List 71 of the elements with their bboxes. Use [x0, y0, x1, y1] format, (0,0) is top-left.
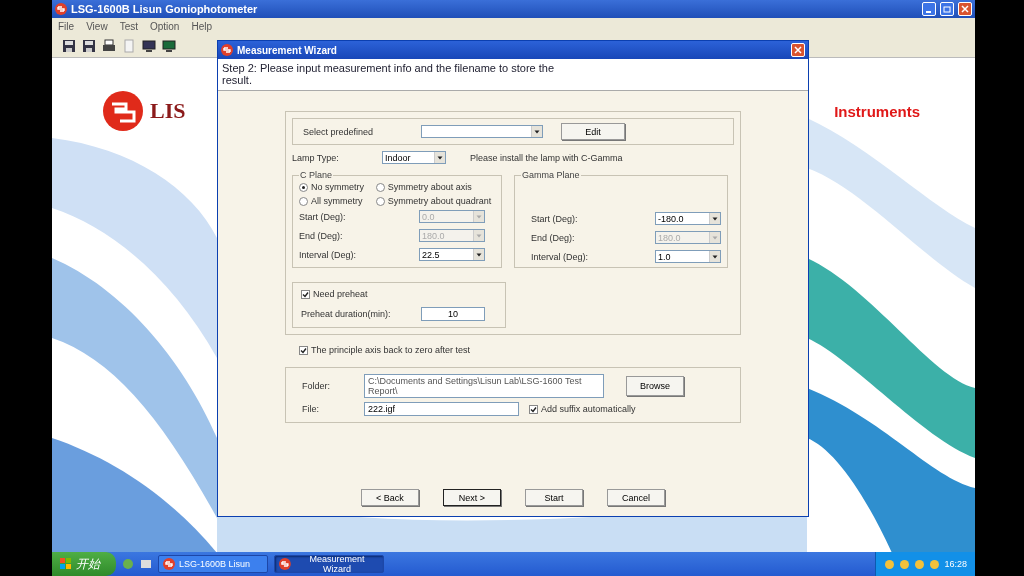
checkbox-label: Need preheat	[313, 289, 368, 299]
windows-flag-icon	[60, 558, 72, 570]
wizard-button[interactable]: < Back	[361, 489, 419, 506]
printer-icon[interactable]	[102, 39, 116, 53]
radio-button[interactable]	[299, 182, 308, 192]
app-icon	[55, 3, 67, 15]
dropdown[interactable]: -180.0	[655, 212, 721, 225]
logo-text: LIS	[150, 98, 186, 124]
minimize-button[interactable]	[922, 2, 936, 16]
radio-button[interactable]	[375, 182, 385, 192]
menu-item[interactable]: Test	[119, 21, 138, 32]
menu-item[interactable]: Help	[191, 21, 212, 32]
brand-text: Instruments	[834, 102, 920, 120]
monitor-icon[interactable]	[142, 39, 156, 53]
taskbar-item[interactable]: Measurement Wizard	[274, 555, 384, 573]
dropdown[interactable]: 1.0	[655, 250, 721, 263]
quick-launch-icon[interactable]	[140, 558, 152, 570]
note-text: Please install the lamp with C-Gamma	[470, 152, 623, 163]
wizard-button[interactable]: Cancel	[607, 489, 665, 506]
wizard-button[interactable]: Start	[525, 489, 583, 506]
dialog-title: Measurement Wizard	[237, 44, 338, 56]
app-icon	[163, 558, 175, 570]
field-label: File:	[302, 404, 320, 414]
option-label: All symmetry	[311, 196, 363, 206]
window-title: LSG-1600B Lisun Goniophotometer	[71, 3, 259, 15]
dropdown[interactable]: Indoor	[382, 151, 446, 164]
restore-icon	[943, 5, 951, 13]
browse-button[interactable]: Browse	[626, 376, 684, 396]
menu-item[interactable]: File	[58, 21, 75, 32]
close-button[interactable]	[791, 43, 805, 57]
field-label: Start (Deg):	[531, 213, 579, 224]
close-button[interactable]	[958, 2, 972, 16]
checkbox[interactable]	[299, 345, 308, 355]
checkbox[interactable]	[301, 289, 310, 299]
wizard-button[interactable]: Next >	[443, 489, 501, 506]
radio-button[interactable]	[299, 196, 308, 206]
option-label: No symmetry	[311, 182, 364, 192]
logo-icon	[102, 90, 144, 132]
close-icon	[961, 5, 969, 13]
field-label: Interval (Deg):	[299, 249, 358, 260]
option-label: Symmetry about axis	[387, 182, 472, 192]
dropdown[interactable]: 22.5	[419, 248, 485, 261]
field-label: End (Deg):	[299, 230, 344, 241]
checkbox-label: Add suffix automatically	[541, 404, 636, 414]
taskbar-item[interactable]: LSG-1600B Lisun	[158, 555, 268, 573]
clock: 16:28	[944, 559, 967, 569]
edit-button[interactable]: Edit	[561, 123, 625, 140]
field-label: End (Deg):	[531, 232, 576, 243]
menu-item[interactable]: Option	[149, 21, 180, 32]
group-title: Gamma Plane	[521, 170, 581, 180]
field-label: Preheat duration(min):	[301, 309, 392, 319]
field-label: Lamp Type:	[292, 152, 340, 163]
monitor-icon[interactable]	[162, 39, 176, 53]
menu-item[interactable]: View	[86, 21, 108, 32]
field-label: Select predefined	[303, 126, 375, 137]
restore-button[interactable]	[940, 2, 954, 16]
field-label: Start (Deg):	[299, 211, 347, 222]
duration-field[interactable]: 10	[421, 307, 485, 321]
file-field[interactable]: 222.igf	[364, 402, 519, 416]
checkbox-label: The principle axis back to zero after test	[311, 345, 471, 355]
start-button[interactable]: 开始	[52, 552, 116, 576]
group-title: C Plane	[299, 170, 334, 180]
app-icon	[221, 44, 233, 56]
app-icon	[279, 558, 291, 570]
folder-field[interactable]: C:\Documents and Settings\Lisun Lab\LSG-1600 Test Report\	[364, 374, 604, 398]
option-label: Symmetry about quadrant	[387, 196, 492, 206]
close-icon	[794, 46, 802, 54]
checkbox[interactable]	[529, 404, 538, 414]
field-label: Folder:	[302, 381, 331, 391]
radio-button[interactable]	[375, 196, 385, 206]
field-label: Interval (Deg):	[531, 251, 590, 262]
